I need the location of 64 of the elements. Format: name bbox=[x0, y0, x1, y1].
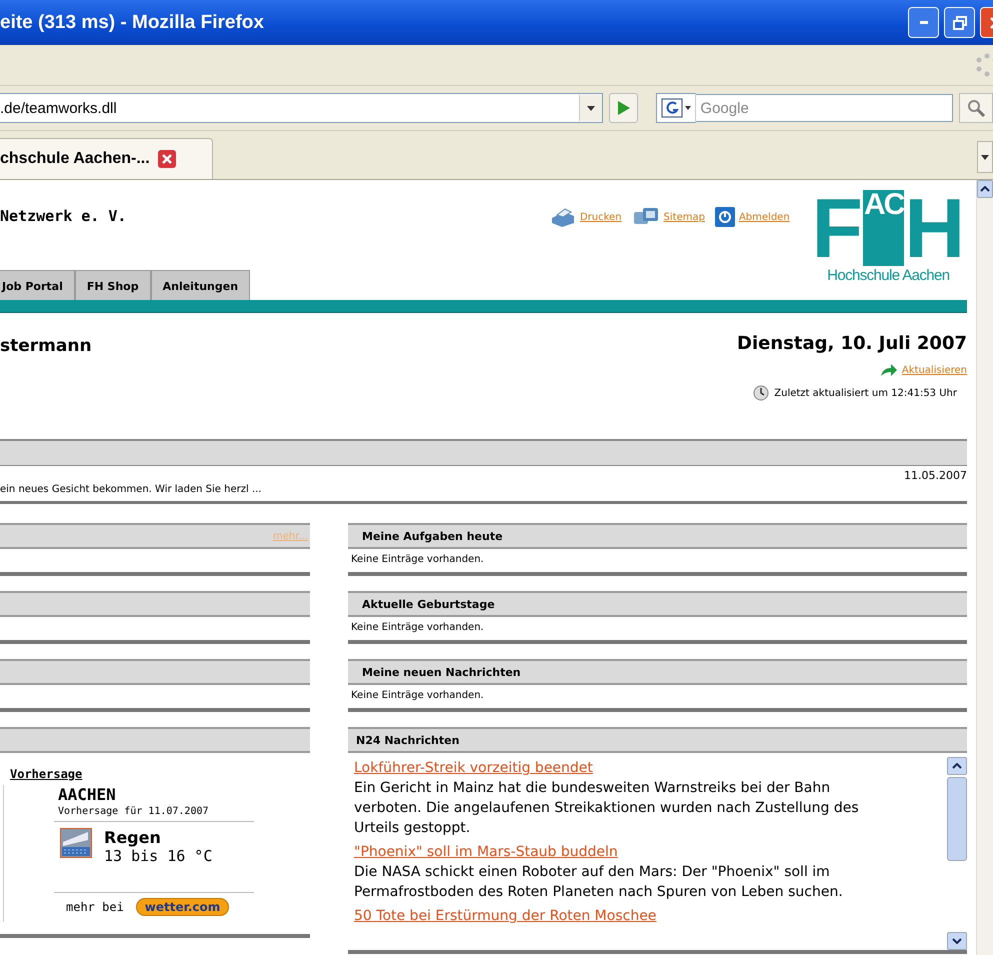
chevron-up-icon bbox=[952, 763, 962, 769]
scroll-up-button[interactable] bbox=[947, 757, 967, 775]
restore-icon bbox=[952, 14, 968, 30]
news-headline-link[interactable]: Lokführer-Streik vorzeitig beendet bbox=[354, 760, 593, 776]
address-field[interactable]: .de/teamworks.dll bbox=[0, 93, 603, 123]
search-field[interactable]: Google bbox=[696, 94, 954, 122]
nav-tab[interactable]: Job Portal bbox=[0, 270, 75, 300]
announcement-text: ein neues Gesicht bekommen. Wir laden Sie herzl ... bbox=[0, 484, 262, 495]
search-engine-button[interactable] bbox=[656, 93, 696, 123]
announcement-date: 11.05.2007 bbox=[903, 469, 967, 482]
city-name: AACHEN bbox=[57, 785, 117, 804]
panel-title: N24 Nachrichten bbox=[355, 734, 460, 746]
nav-tab[interactable]: FH Shop bbox=[74, 270, 151, 300]
maximize-button[interactable] bbox=[944, 7, 975, 38]
tab-list-button[interactable] bbox=[977, 141, 993, 173]
empty-message: Keine Einträge vorhanden. bbox=[350, 621, 485, 635]
news-summary: Die NASA schickt einen Roboter auf den Mars: Der "Phoenix" soll im Permafrostboden des Roten Planeten nach Spuren von Leben suchen. bbox=[354, 863, 844, 902]
nav-tab[interactable]: Anleitungen bbox=[150, 270, 250, 300]
search-icon bbox=[967, 99, 986, 117]
go-button[interactable] bbox=[608, 93, 638, 123]
clock-icon bbox=[753, 385, 770, 401]
search-button[interactable] bbox=[959, 93, 993, 123]
scroll-thumb[interactable] bbox=[947, 777, 967, 861]
rain-icon bbox=[60, 828, 92, 858]
printer-icon bbox=[550, 206, 576, 228]
forecast-date: Vorhersage für 11.07.2007 bbox=[54, 804, 254, 822]
minimize-icon bbox=[920, 21, 928, 24]
temperature: 13 bis 16 °C bbox=[104, 847, 212, 865]
arrow-icon bbox=[880, 363, 898, 377]
last-updated-text: Zuletzt aktualisiert um 12:41:53 Uhr bbox=[774, 388, 957, 398]
play-icon bbox=[616, 100, 631, 116]
date-heading: Dienstag, 10. Juli 2007 bbox=[737, 333, 967, 354]
header-link[interactable]: Drucken bbox=[580, 212, 622, 222]
panel-title: Meine neuen Nachrichten bbox=[361, 666, 521, 678]
organization-name: Netzwerk e. V. bbox=[0, 207, 128, 225]
empty-message: Keine Einträge vorhanden. bbox=[350, 689, 485, 703]
header-link[interactable]: Sitemap bbox=[664, 212, 705, 222]
scroll-down-button[interactable] bbox=[947, 932, 967, 950]
caret-icon bbox=[981, 154, 989, 160]
history-dropdown-button[interactable] bbox=[578, 95, 602, 121]
weather-site-badge[interactable]: wetter.com bbox=[136, 898, 230, 916]
header-link[interactable]: Abmelden bbox=[738, 212, 790, 222]
forecast-heading: Vorhersage bbox=[10, 767, 84, 781]
caret-icon bbox=[586, 106, 595, 110]
panel-title: Aktuelle Geburtstage bbox=[361, 598, 495, 610]
weather-condition: Regen bbox=[104, 828, 162, 847]
news-headline-link[interactable]: "Phoenix" soll im Mars-Staub buddeln bbox=[354, 844, 618, 860]
close-tab-icon[interactable] bbox=[158, 150, 176, 168]
more-label: mehr bei bbox=[66, 900, 124, 914]
scroll-up-button[interactable] bbox=[977, 180, 993, 198]
logout-icon bbox=[714, 207, 735, 227]
window-title: eite (313 ms) - Mozilla Firefox bbox=[0, 12, 264, 34]
user-name: stermann bbox=[0, 336, 92, 356]
minimize-button[interactable] bbox=[908, 7, 939, 38]
panel-title: Meine Aufgaben heute bbox=[361, 530, 503, 542]
chevron-down-icon bbox=[952, 938, 962, 944]
empty-message: Keine Einträge vorhanden. bbox=[350, 553, 485, 567]
news-summary: Ein Gericht in Mainz hat die bundesweiten Warnstreiks bei der Bahn verboten. Die angelaufenen Streikaktionen wurden nach Zustellung des Urteils gestoppt. bbox=[354, 779, 860, 838]
news-scrollbar[interactable] bbox=[947, 757, 967, 950]
news-headline-link[interactable]: 50 Tote bei Erstürmung der Roten Moschee bbox=[354, 908, 656, 924]
browser-tab[interactable]: chschule Aachen-... bbox=[0, 138, 213, 179]
refresh-link[interactable]: Aktualisieren bbox=[902, 364, 967, 376]
chevron-up-icon bbox=[980, 186, 990, 192]
search-engine-icon bbox=[661, 98, 692, 118]
